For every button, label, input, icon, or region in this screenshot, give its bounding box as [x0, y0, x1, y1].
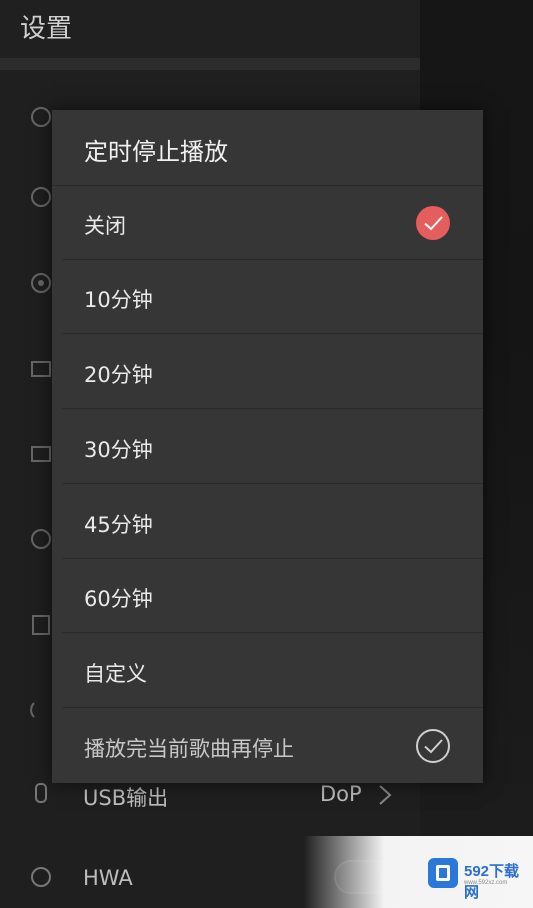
check-circle-filled-icon[interactable] [415, 205, 451, 241]
option-custom[interactable]: 自定义 [52, 634, 483, 708]
usb-icon [35, 783, 47, 803]
hwa-label[interactable]: HWA [83, 866, 133, 890]
check-circle-outline-icon[interactable] [415, 728, 451, 764]
usb-output-value: DoP [320, 782, 362, 806]
option-20min[interactable]: 20分钟 [52, 335, 483, 409]
option-label: 45分钟 [84, 513, 153, 537]
option-45min[interactable]: 45分钟 [52, 485, 483, 559]
disc-icon [31, 273, 51, 293]
option-label: 自定义 [84, 662, 147, 686]
option-label: 20分钟 [84, 363, 153, 387]
option-divider [62, 632, 483, 633]
option-30min[interactable]: 30分钟 [52, 410, 483, 484]
sleep-timer-dialog: 定时停止播放 关闭 10分钟 20分钟 30分钟 45分钟 60分钟 自定义 播… [52, 110, 483, 783]
chevron-right-icon [379, 785, 392, 805]
option-10min[interactable]: 10分钟 [52, 260, 483, 334]
picture-icon [31, 446, 51, 462]
option-label: 播放完当前歌曲再停止 [84, 737, 294, 761]
replay-icon [31, 187, 51, 207]
watermark-logo-icon [428, 858, 458, 888]
rotate-icon [31, 529, 51, 549]
page-title: 设置 [20, 14, 73, 44]
option-divider [62, 707, 483, 708]
wireless-icon [30, 702, 35, 718]
option-off[interactable]: 关闭 [52, 186, 483, 260]
hwa-icon [31, 867, 51, 887]
dialog-title: 定时停止播放 [84, 138, 228, 166]
document-icon [32, 615, 50, 635]
option-divider [62, 483, 483, 484]
option-label: 60分钟 [84, 587, 153, 611]
video-icon [31, 361, 51, 377]
option-label: 10分钟 [84, 288, 153, 312]
usb-output-label[interactable]: USB输出 [83, 782, 168, 812]
option-60min[interactable]: 60分钟 [52, 559, 483, 633]
option-stop-after-song[interactable]: 播放完当前歌曲再停止 [52, 709, 483, 783]
header-divider [0, 58, 420, 70]
timer-icon [31, 107, 51, 127]
option-label: 30分钟 [84, 438, 153, 462]
watermark-url: www.592xz.com [464, 880, 508, 886]
option-label: 关闭 [84, 214, 126, 238]
option-divider [62, 408, 483, 409]
option-divider [62, 333, 483, 334]
